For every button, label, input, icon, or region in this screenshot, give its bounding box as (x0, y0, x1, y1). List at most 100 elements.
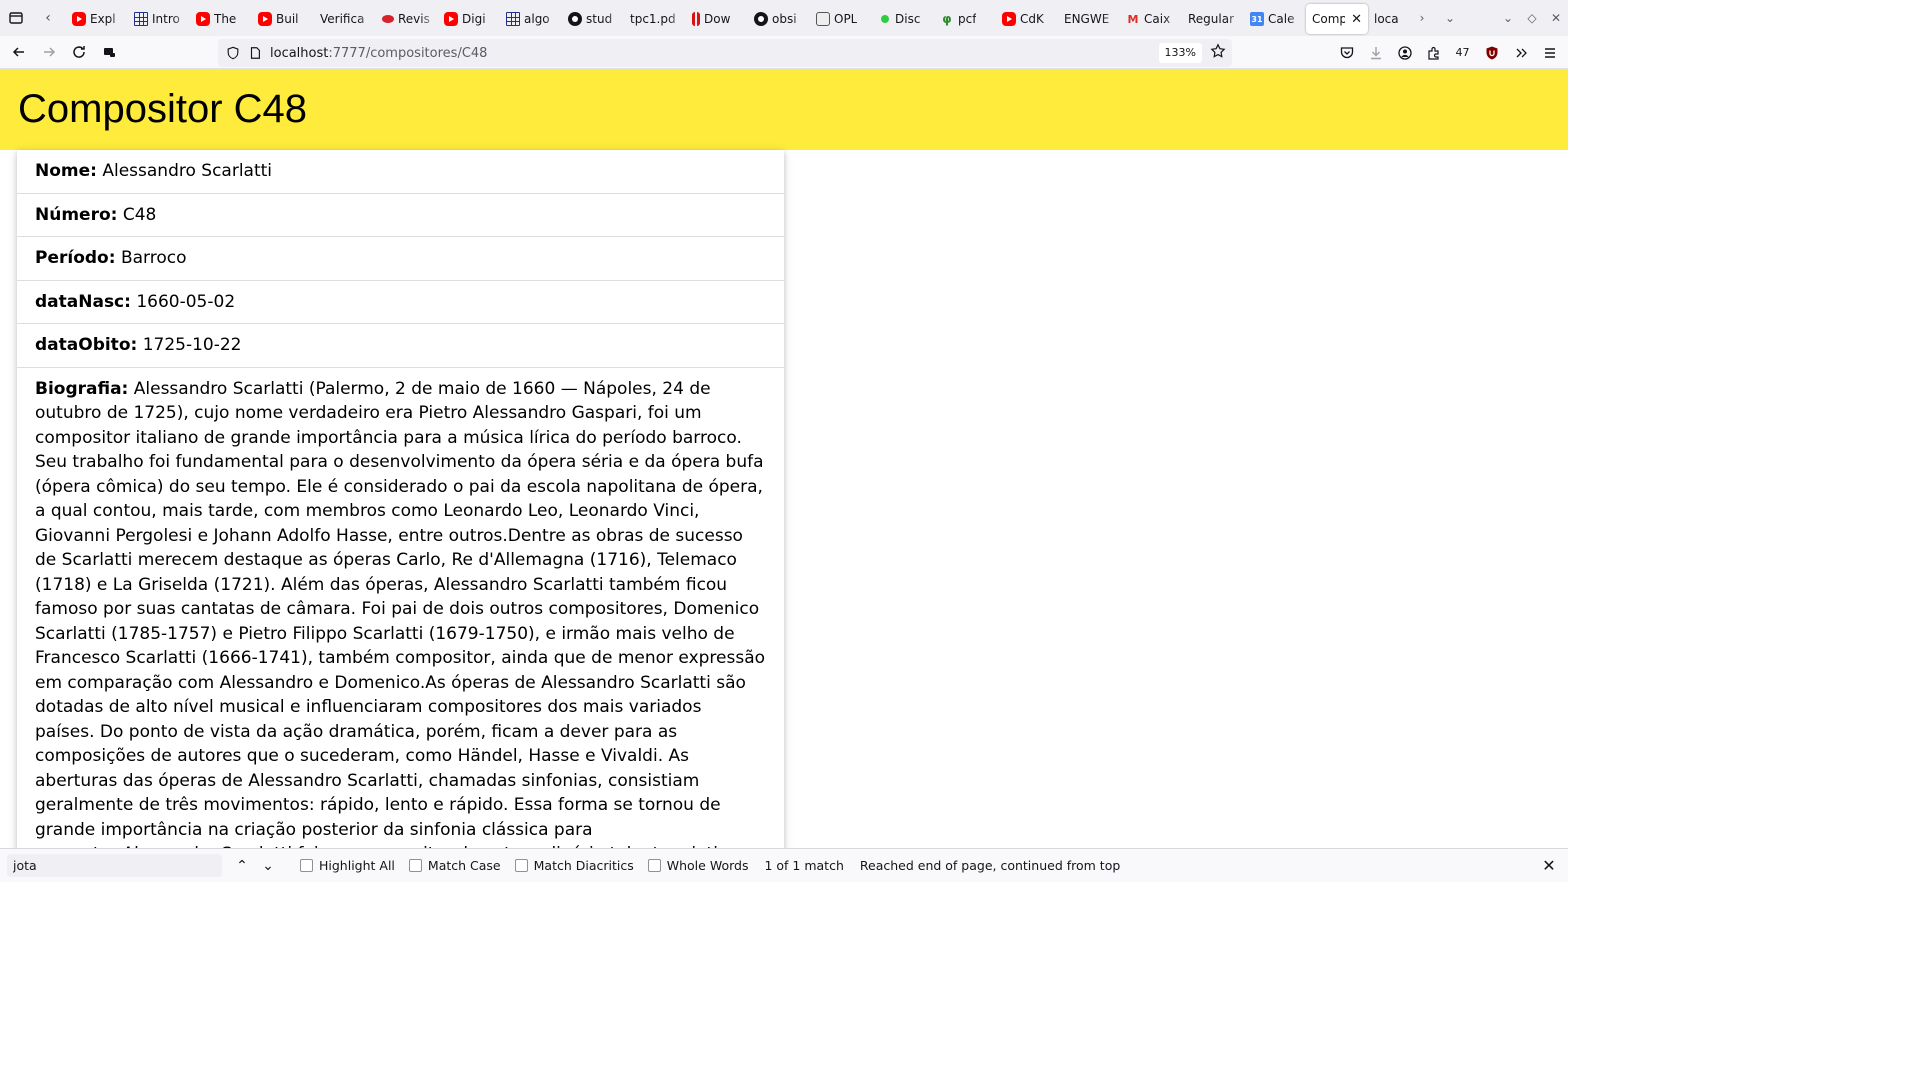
extensions-icon[interactable] (1419, 38, 1448, 68)
find-option[interactable]: Whole Words (647, 858, 748, 873)
close-tab-icon[interactable]: ✕ (1351, 12, 1362, 27)
tab-label: obsi (772, 12, 797, 26)
url-text[interactable]: localhost:7777/compositores/C48 (270, 46, 487, 61)
close-find-bar-icon[interactable]: ✕ (1540, 856, 1558, 875)
grid-icon (134, 12, 148, 26)
overflow-chevron-icon[interactable] (1506, 38, 1535, 68)
close-window-icon[interactable]: ✕ (1544, 11, 1568, 25)
menu-icon[interactable] (1535, 38, 1564, 68)
youtube-icon (258, 12, 272, 26)
find-previous-icon[interactable]: ⌃ (230, 858, 254, 874)
find-input[interactable] (7, 854, 222, 877)
ublock-icon[interactable] (1477, 38, 1506, 68)
tab[interactable]: M Caix (1120, 4, 1182, 34)
tab[interactable]: OPL (810, 4, 872, 34)
extension-badge-count[interactable]: 47 (1448, 46, 1477, 59)
tab[interactable]: Disc (872, 4, 934, 34)
tab-list-dropdown-icon[interactable]: ⌄ (1434, 11, 1466, 25)
forward-icon[interactable] (34, 37, 64, 67)
tab-label: ENGWE (1064, 12, 1110, 26)
tab[interactable]: tpc1.pd (624, 4, 686, 34)
field-label: dataNasc: (35, 291, 131, 312)
back-icon[interactable] (4, 37, 34, 67)
shield-icon[interactable] (222, 46, 244, 60)
restore-icon[interactable]: ◇ (1520, 11, 1544, 25)
gmail-icon: M (1127, 12, 1139, 26)
field-row: dataObito: 1725-10-22 (17, 324, 784, 368)
tab[interactable]: Intro (128, 4, 190, 34)
find-option-checkbox[interactable] (514, 859, 528, 872)
tab-strip: ‹ Expl Intro The Buil Verifica Revis Digi algo s… (0, 0, 1568, 36)
tabs-scroll-right-icon[interactable]: › (1410, 11, 1434, 25)
tab-label: tpc1.pd (630, 12, 676, 26)
tab-label: OPL (834, 12, 858, 26)
field-value: C48 (122, 204, 157, 225)
tab[interactable]: obsi (748, 4, 810, 34)
find-option-label: Highlight All (319, 858, 395, 873)
field-row: dataNasc: 1660-05-02 (17, 281, 784, 324)
tab-label: loca (1374, 12, 1399, 26)
field-label: Período: (35, 248, 116, 268)
zoom-level-button[interactable]: 133% (1158, 43, 1202, 63)
page-info-icon[interactable] (244, 46, 266, 60)
tab-list-icon[interactable] (2, 4, 30, 32)
youtube-icon (444, 12, 458, 26)
tabs-scroll-left-icon[interactable]: ‹ (36, 10, 60, 26)
tab-label: Dow (704, 12, 731, 26)
tab-label: Regular (1188, 12, 1235, 26)
account-icon[interactable] (1390, 38, 1419, 68)
tab[interactable]: Regular (1182, 4, 1244, 34)
downloads-icon[interactable] (1361, 38, 1390, 68)
field-label: Nome: (35, 161, 97, 181)
extension-pin-icon[interactable] (94, 37, 124, 67)
field-row: Número: C48 (17, 194, 784, 237)
tab[interactable]: Comp ✕ (1306, 4, 1368, 34)
page-content: Compositor C48 Nome: Alessandro Scarlatt… (0, 69, 1568, 848)
field-row: Período: Barroco (17, 237, 784, 281)
field-value: 1725-10-22 (142, 335, 242, 355)
tab-label: Expl (90, 12, 116, 26)
reload-icon[interactable] (64, 37, 94, 67)
tab-label: Revis (398, 12, 430, 26)
tab[interactable]: The (190, 4, 252, 34)
tab[interactable]: Revis (376, 4, 438, 34)
minimize-icon[interactable]: ⌄ (1496, 11, 1520, 25)
tab[interactable]: stud (562, 4, 624, 34)
tab[interactable]: algo (500, 4, 562, 34)
tab-label: Disc (895, 12, 921, 26)
field-value: Barroco (120, 248, 187, 268)
page-header: Compositor C48 (0, 69, 1568, 150)
tab[interactable]: φ pcf (934, 4, 996, 34)
find-option-checkbox[interactable] (647, 859, 661, 872)
tab[interactable]: Digi (438, 4, 500, 34)
url-host: localhost (270, 45, 329, 61)
bookmark-star-icon[interactable] (1210, 43, 1226, 63)
tabstrip-controls: › ⌄ ⌄ ◇ ✕ (1406, 0, 1568, 36)
tab-label: Comp (1312, 12, 1346, 26)
composer-card: Nome: Alessandro Scarlatti Número: C48 Per… (17, 150, 784, 848)
github-icon (568, 12, 582, 26)
find-option[interactable]: Highlight All (300, 858, 395, 873)
tab[interactable]: CdK (996, 4, 1058, 34)
field-row: Nome: Alessandro Scarlatti (17, 150, 784, 194)
find-option-checkbox[interactable] (408, 859, 422, 872)
tab[interactable]: 31 Cale (1244, 4, 1306, 34)
find-option-checkbox[interactable] (300, 859, 313, 872)
tab[interactable]: ENGWE (1058, 4, 1120, 34)
tab-label: Verifica (320, 12, 365, 26)
tab[interactable]: Expl (66, 4, 128, 34)
pocket-icon[interactable] (1332, 38, 1361, 68)
find-next-icon[interactable]: ⌄ (256, 858, 280, 874)
find-option[interactable]: Match Diacritics (514, 858, 634, 873)
url-bar[interactable]: localhost:7777/compositores/C48 133% (218, 39, 1232, 67)
find-option-label: Match Diacritics (533, 858, 634, 873)
find-option[interactable]: Match Case (408, 858, 501, 873)
tab-label: Caix (1144, 12, 1171, 26)
tab-label: CdK (1020, 12, 1044, 26)
tab[interactable]: Verifica (314, 4, 376, 34)
green-dot-icon (881, 15, 889, 23)
navigation-toolbar: localhost:7777/compositores/C48 133% 47 (0, 36, 1568, 69)
tab[interactable]: Buil (252, 4, 314, 34)
field-label: Número: (35, 204, 118, 225)
tab[interactable]: Dow (686, 4, 748, 34)
